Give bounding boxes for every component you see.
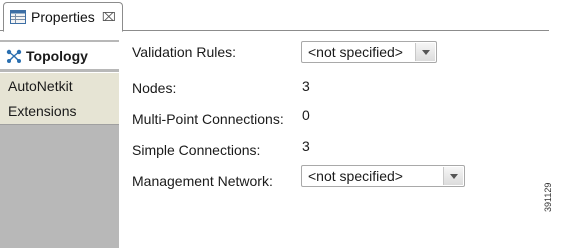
management-network-label: Management Network: [132,173,273,189]
management-network-select[interactable]: <not specified> [301,165,465,187]
topology-icon [6,49,22,63]
properties-tab[interactable]: Properties ⌧ [3,2,123,32]
properties-table-icon [10,10,26,24]
nav-item-autonetkit-label: AutoNetkit [8,77,73,94]
multipoint-connections-value: 0 [302,107,310,123]
nodes-value: 3 [302,78,310,94]
nav-item-topology-label: Topology [26,47,88,64]
simple-connections-value: 3 [302,138,310,154]
nav-item-extensions-label: Extensions [8,103,77,119]
multipoint-connections-label: Multi-Point Connections: [132,111,284,127]
view-tab-strip: Properties ⌧ [0,0,549,32]
simple-connections-label: Simple Connections: [132,142,261,158]
nav-item-autonetkit[interactable]: AutoNetkit [0,72,119,99]
validation-rules-select[interactable]: <not specified> [301,41,437,63]
close-icon[interactable]: ⌧ [102,11,116,23]
nav-item-topology[interactable]: Topology [0,42,119,69]
chevron-down-icon[interactable] [415,43,435,61]
properties-category-list: Topology AutoNetkit Extensions [0,40,119,248]
nav-item-extensions[interactable]: Extensions [0,98,119,125]
nodes-label: Nodes: [132,80,177,96]
validation-rules-label: Validation Rules: [132,44,237,60]
management-network-value: <not specified> [308,168,403,184]
validation-rules-value: <not specified> [308,44,403,60]
figure-id: 391129 [543,182,553,212]
chevron-down-icon[interactable] [443,167,463,185]
properties-tab-title: Properties [31,9,95,25]
